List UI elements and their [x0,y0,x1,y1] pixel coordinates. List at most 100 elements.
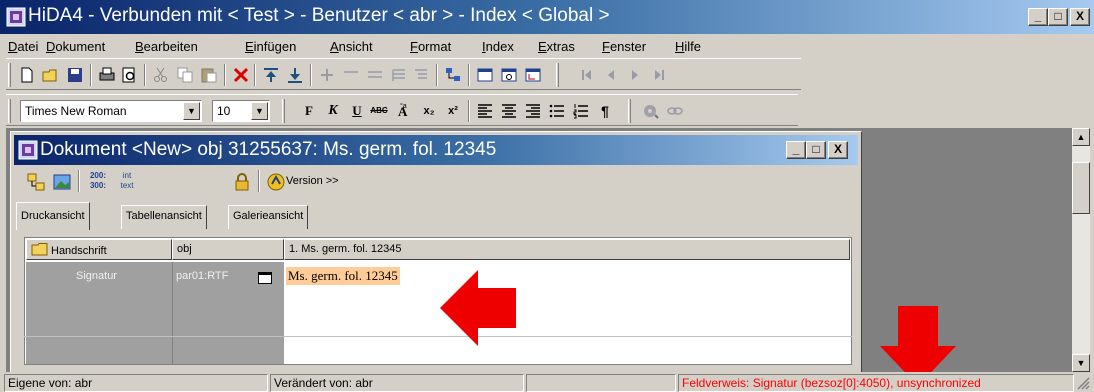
toolbar-separator [436,64,438,86]
menu-fenster[interactable]: Fenster [602,39,646,54]
minimize-button[interactable]: _ [1028,8,1048,26]
signatur-value[interactable]: Ms. germ. fol. 12345 [286,267,400,285]
bullet-list-icon[interactable] [548,102,566,120]
align-center-icon[interactable] [500,102,518,120]
toolbar-grip[interactable] [8,63,11,87]
field-line-icon[interactable] [342,66,360,84]
tab-druckansicht[interactable]: Druckansicht [16,202,90,230]
special-character-icon[interactable]: A°a [396,102,414,120]
close-button[interactable]: X [1070,8,1090,26]
header-handschrift-label: Handschrift [51,245,107,257]
version-button[interactable]: Version >> [286,175,339,187]
document-minimize-button[interactable]: _ [786,141,806,159]
align-left-icon[interactable] [476,102,494,120]
font-size-select[interactable]: 10 ▼ [212,100,270,122]
chevron-down-icon[interactable]: ▼ [251,102,268,120]
menu-index[interactable]: Index [482,39,514,54]
network-icon[interactable] [444,66,462,84]
align-right-icon[interactable] [524,102,542,120]
version-icon[interactable] [266,172,286,192]
move-up-icon[interactable] [262,66,280,84]
save-icon[interactable] [66,66,84,84]
subscript-button[interactable]: x₂ [420,102,438,120]
cut-icon[interactable] [152,66,170,84]
lock-icon[interactable] [232,172,252,192]
chevron-down-icon[interactable]: ▼ [183,102,200,120]
document-maximize-button[interactable]: □ [806,141,826,159]
toolbar-separator [468,100,470,122]
new-document-icon[interactable] [18,66,36,84]
move-down-icon[interactable] [286,66,304,84]
window-title: HiDA4 - Verbunden mit < Test > - Benutze… [28,5,610,26]
image-icon[interactable] [52,172,72,192]
internal-text-top: int [122,171,132,180]
field-block-icon[interactable] [390,66,408,84]
menu-dokument[interactable]: Dokument [46,39,105,54]
tab-galerieansicht[interactable]: Galerieansicht [228,205,309,229]
toolbar-grip[interactable] [556,63,559,87]
field-list-icon[interactable] [412,66,430,84]
document-app-icon[interactable] [18,140,38,160]
toolbar-separator [78,170,80,192]
paragraph-marks-button[interactable]: ¶ [596,102,614,120]
window-search-icon[interactable] [500,66,518,84]
internal-text-button[interactable]: int text [114,171,140,193]
italic-button[interactable]: K [324,102,342,120]
previous-record-icon[interactable] [602,66,620,84]
last-record-icon[interactable] [650,66,668,84]
toolbar-separator [258,170,260,192]
font-family-select[interactable]: Times New Roman ▼ [20,100,202,122]
left-arrow-annotation [440,270,516,346]
strikethrough-button[interactable]: ABC [370,102,388,120]
status-empty-panel [526,374,676,392]
title-bar[interactable]: HiDA4 - Verbunden mit < Test > - Benutze… [0,0,1094,34]
menu-einfuegen[interactable]: Einfügen [245,39,296,54]
delete-icon[interactable] [232,66,250,84]
underline-button[interactable]: U [348,102,366,120]
maximize-field-icon[interactable] [258,272,272,284]
scroll-thumb[interactable] [1072,162,1090,214]
print-preview-icon[interactable] [120,66,138,84]
window-a-icon[interactable] [476,66,494,84]
menu-hilfe[interactable]: Hilfe [675,39,701,54]
paste-icon[interactable] [200,66,218,84]
field-double-line-icon[interactable] [366,66,384,84]
scroll-down-button[interactable]: ▼ [1072,354,1090,372]
copy-icon[interactable] [176,66,194,84]
column-header-obj[interactable]: obj [172,239,284,260]
vertical-scrollbar[interactable]: ▲ ▼ [1072,128,1090,372]
resize-grip-icon[interactable] [1076,376,1090,390]
numbered-list-icon[interactable] [572,102,590,120]
hida-app-icon[interactable] [6,7,26,27]
menu-datei[interactable]: Datei [8,39,38,54]
bold-button[interactable]: F [300,102,318,120]
column-header-document[interactable]: 1. Ms. germ. fol. 12345 [284,239,850,260]
print-icon[interactable] [98,66,116,84]
toolbar-grip[interactable] [628,99,631,123]
tab-tabellenansicht[interactable]: Tabellenansicht [121,205,207,229]
menu-ansicht[interactable]: Ansicht [330,39,373,54]
document-title-bar[interactable]: Dokument <New> obj 31255637: Ms. germ. f… [14,135,858,165]
maximize-button[interactable]: □ [1048,8,1068,26]
zoom-ratio-bottom: 300: [89,181,106,190]
window-tree-icon[interactable] [524,66,542,84]
toolbar-grip[interactable] [282,99,285,123]
document-close-button[interactable]: X [828,141,848,159]
superscript-button[interactable]: x² [444,102,462,120]
structure-icon[interactable] [26,172,46,192]
column-header-handschrift[interactable]: Handschrift [26,239,172,260]
open-folder-icon[interactable] [42,66,60,84]
menu-format[interactable]: Format [410,39,451,54]
insert-field-icon[interactable] [318,66,336,84]
link-icon[interactable] [666,102,684,120]
zoom-ratio-button[interactable]: 200: 300: [84,171,112,193]
menu-bearbeiten[interactable]: Bearbeiten [135,39,198,54]
cd-media-icon[interactable] [642,102,660,120]
next-record-icon[interactable] [626,66,644,84]
menu-extras[interactable]: Extras [538,39,575,54]
toolbar-separator [144,64,146,86]
first-record-icon[interactable] [578,66,596,84]
scroll-up-button[interactable]: ▲ [1072,128,1090,146]
toolbar-separator [468,64,470,86]
toolbar-grip[interactable] [8,99,11,123]
